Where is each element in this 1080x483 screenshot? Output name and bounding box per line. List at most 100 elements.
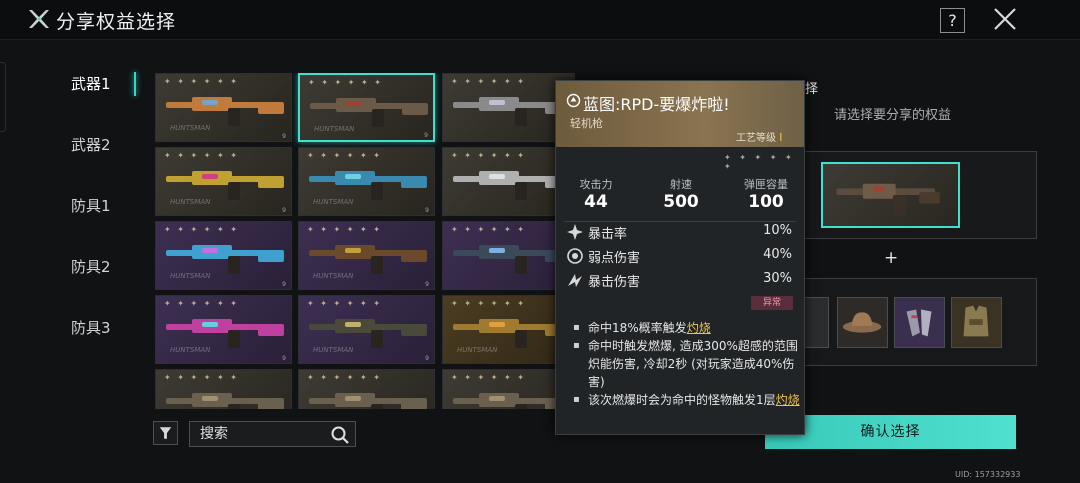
weapon-card[interactable]: ✦ ✦ ✦ ✦ ✦ ✦ HUNTSMAN 9 — [155, 73, 292, 142]
weapon-card[interactable]: ✦ ✦ ✦ ✦ ✦ ✦ HUNTSMAN 9 — [298, 295, 435, 364]
weapon-part — [489, 174, 505, 179]
weapon-part — [401, 178, 427, 188]
effect-line: 命中时触发燃爆, 造成300%超感的范围炽能伤害, 冷却2秒 (对玩家造成40%… — [570, 337, 800, 391]
perk-hat[interactable] — [837, 297, 888, 348]
weapon-part — [371, 330, 383, 348]
nav-item-armor3[interactable]: 防具3 — [60, 308, 150, 348]
nav-item-weapon1[interactable]: 武器1 — [60, 64, 150, 104]
weapon-part — [202, 248, 218, 253]
weapon-card[interactable]: ✦ ✦ ✦ ✦ ✦ ✦ HUNTSMAN 9 — [155, 221, 292, 290]
search-icon[interactable] — [330, 425, 350, 445]
weapon-part — [258, 252, 284, 262]
active-indicator — [134, 72, 136, 96]
brand-watermark: HUNTSMAN — [313, 198, 354, 206]
help-button[interactable]: ? — [940, 8, 965, 33]
weapon-card[interactable]: ✦ ✦ ✦ ✦ ✦ ✦ HUNTSMAN 9 — [298, 221, 435, 290]
weapon-part — [402, 105, 428, 115]
weapon-part — [228, 182, 240, 200]
plus-sign: + — [884, 248, 899, 268]
weapon-preview-image — [836, 183, 940, 216]
craft-level-value: I — [779, 131, 783, 144]
rarity-stars: ✦ ✦ ✦ ✦ ✦ ✦ — [724, 153, 795, 171]
app-logo-icon — [29, 10, 49, 28]
filter-button[interactable] — [153, 421, 178, 445]
perk-gloves[interactable] — [894, 297, 945, 348]
weapon-card[interactable]: ✦ ✦ ✦ ✦ ✦ ✦ — [155, 369, 292, 409]
nav-item-label: 武器2 — [71, 136, 111, 154]
weapon-card[interactable]: ✦ ✦ ✦ ✦ ✦ ✦ HUNTSMAN 9 — [155, 295, 292, 364]
weapon-part — [202, 100, 218, 105]
attr-row-crit-rate: 暴击率 10% — [564, 221, 796, 243]
selected-weapon-preview[interactable] — [821, 162, 960, 228]
weapon-level: 9 — [282, 133, 286, 140]
weapon-image — [309, 393, 427, 409]
perk-vest[interactable] — [951, 297, 1002, 348]
burn-keyword-link[interactable]: 灼烧 — [776, 393, 800, 407]
effect-line: 命中18%概率触发灼烧 — [570, 319, 800, 337]
search-box[interactable] — [189, 421, 356, 447]
search-input[interactable] — [200, 425, 320, 443]
weapon-card[interactable]: ✦ ✦ ✦ ✦ ✦ ✦ HUNTSMAN 9 — [155, 147, 292, 216]
stat-label-attack: 攻击力 — [579, 178, 613, 191]
craft-level-label: 工艺等级 — [736, 133, 776, 144]
attr-row-crit-damage: 暴击伤害 30% — [564, 269, 796, 291]
stat-value-magazine: 100 — [748, 192, 784, 212]
weapon-part — [515, 330, 527, 348]
weapon-part — [258, 326, 284, 336]
weapon-card[interactable]: ✦ ✦ ✦ ✦ ✦ ✦ HUNTSMAN 9 — [298, 147, 435, 216]
weapon-part — [258, 400, 284, 409]
weapon-part — [515, 404, 527, 409]
crit-rate-icon — [567, 224, 583, 240]
weapon-card[interactable]: ✦ ✦ ✦ ✦ ✦ ✦ — [298, 369, 435, 409]
right-panel-hint: 请选择要分享的权益 — [834, 108, 952, 123]
attr-label: 暴击率 — [588, 227, 628, 242]
item-type: 轻机枪 — [570, 117, 603, 130]
weapon-part — [345, 248, 361, 253]
weapon-level: 9 — [424, 132, 428, 139]
effect-description: 命中18%概率触发灼烧 命中时触发燃爆, 造成300%超感的范围炽能伤害, 冷却… — [570, 319, 800, 409]
tooltip-header: 蓝图:RPD-要爆炸啦! 轻机枪 工艺等级 I — [556, 81, 804, 147]
brand-watermark: HUNTSMAN — [314, 125, 355, 133]
brand-watermark: HUNTSMAN — [170, 272, 211, 280]
page-title: 分享权益选择 — [56, 11, 177, 33]
nav-item-armor2[interactable]: 防具2 — [60, 247, 150, 287]
weapon-part — [202, 174, 218, 179]
attr-value: 10% — [763, 223, 792, 238]
weapon-card[interactable]: ✦ ✦ ✦ ✦ ✦ ✦ HUNTSMAN 9 — [298, 73, 435, 142]
brand-watermark: HUNTSMAN — [170, 346, 211, 354]
weapon-part — [346, 101, 362, 106]
item-name: 蓝图:RPD-要爆炸啦! — [583, 95, 730, 114]
nav-item-label: 防具1 — [71, 197, 111, 215]
side-handle[interactable] — [0, 62, 6, 132]
burn-keyword-link[interactable]: 灼烧 — [687, 321, 711, 335]
weapon-part — [345, 322, 361, 327]
weapon-level: 9 — [425, 355, 429, 362]
effect-text: 该次燃爆时会为命中的怪物触发1层 — [588, 393, 776, 407]
filter-icon — [159, 427, 172, 439]
weapon-part — [202, 322, 218, 327]
gloves-icon — [906, 309, 932, 337]
weapon-part — [258, 104, 284, 114]
effect-line: 该次燃爆时会为命中的怪物触发1层灼烧 — [570, 391, 800, 409]
weapon-part — [371, 404, 383, 409]
nav-item-weapon2[interactable]: 武器2 — [60, 125, 150, 165]
nav-item-armor1[interactable]: 防具1 — [60, 186, 150, 226]
weapon-part — [515, 108, 527, 126]
weapon-part — [371, 256, 383, 274]
hat-icon — [842, 312, 882, 333]
nav-item-label: 防具3 — [71, 319, 111, 337]
weapon-part — [258, 178, 284, 188]
weapon-part — [401, 326, 427, 336]
nav-item-label: 防具2 — [71, 258, 111, 276]
close-icon[interactable] — [992, 6, 1018, 32]
item-tooltip: 蓝图:RPD-要爆炸啦! 轻机枪 工艺等级 I ✦ ✦ ✦ ✦ ✦ ✦ 攻击力 … — [555, 80, 805, 435]
brand-watermark: HUNTSMAN — [170, 124, 211, 132]
weapon-part — [515, 256, 527, 274]
attr-label: 暴击伤害 — [588, 275, 641, 290]
weapon-part — [228, 404, 240, 409]
craft-level: 工艺等级 I — [736, 129, 782, 144]
weapon-part — [401, 400, 427, 409]
weapon-level: 9 — [282, 355, 286, 362]
weapon-part — [202, 396, 218, 401]
weapon-part — [489, 248, 505, 253]
